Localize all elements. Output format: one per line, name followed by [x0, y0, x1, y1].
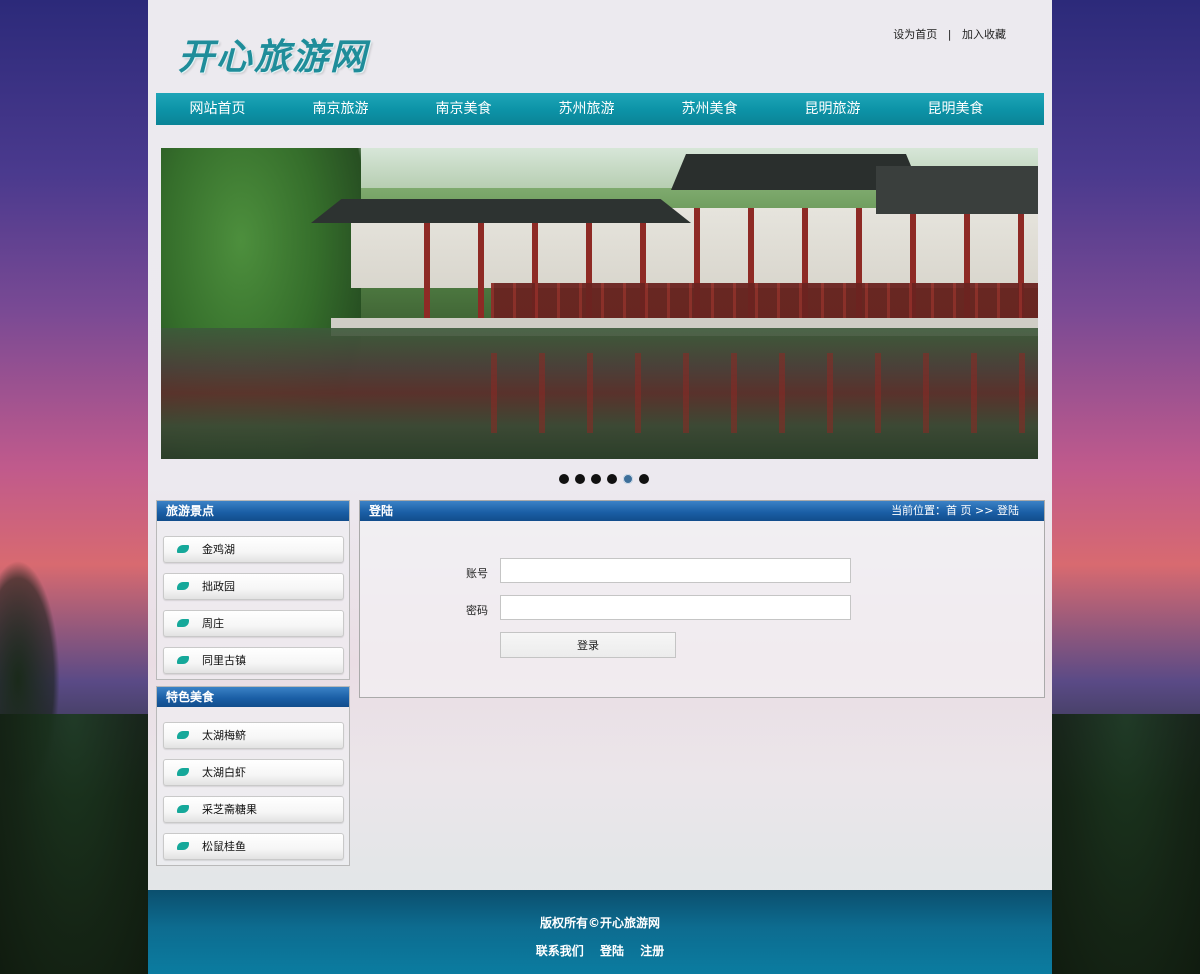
slider-dot[interactable] [639, 474, 649, 484]
account-input[interactable] [500, 558, 851, 583]
food-label: 松鼠桂鱼 [202, 840, 246, 853]
slider-dots [559, 474, 649, 484]
leaf-icon [177, 545, 189, 553]
page-container: 开心旅游网 设为首页 | 加入收藏 网站首页 南京旅游 南京美食 苏州旅游 苏州… [148, 0, 1052, 974]
breadcrumb: 当前位置：首 页 >> 登陆 [891, 504, 1019, 517]
food-label: 太湖白虾 [202, 766, 246, 779]
nav-item-nanjing-food[interactable]: 南京美食 [402, 93, 525, 125]
site-logo[interactable]: 开心旅游网 [178, 28, 368, 80]
footer-link-register[interactable]: 注册 [640, 944, 664, 958]
food-item[interactable]: 太湖白虾 [163, 759, 344, 786]
footer-link-contact[interactable]: 联系我们 [536, 944, 584, 958]
attractions-title: 旅游景点 [157, 501, 349, 521]
footer-links: 联系我们 登陆 注册 [148, 942, 1052, 959]
attractions-box: 旅游景点 金鸡湖 拙政园 周庄 同里古镇 [156, 500, 350, 680]
set-homepage-link[interactable]: 设为首页 [893, 26, 937, 42]
footer-link-login[interactable]: 登陆 [600, 944, 624, 958]
nav-item-suzhou-travel[interactable]: 苏州旅游 [525, 93, 648, 125]
login-title: 登陆 [369, 504, 394, 518]
food-label: 太湖梅鲚 [202, 729, 246, 742]
leaf-icon [177, 619, 189, 627]
banner-roof-right [876, 166, 1038, 214]
nav-item-suzhou-food[interactable]: 苏州美食 [648, 93, 771, 125]
footer: 版权所有©开心旅游网 联系我们 登陆 注册 [148, 890, 1052, 974]
account-label: 账号 [466, 567, 488, 580]
banner-reflection [491, 353, 1038, 433]
leaf-icon [177, 842, 189, 850]
login-panel: 登陆 当前位置：首 页 >> 登陆 账号 密码 登录 [359, 500, 1045, 698]
food-item[interactable]: 采芝斋糖果 [163, 796, 344, 823]
background-scenery-left [0, 0, 148, 974]
login-panel-header: 登陆 当前位置：首 页 >> 登陆 [360, 501, 1044, 521]
leaf-icon [177, 656, 189, 664]
attraction-label: 拙政园 [202, 580, 235, 593]
nav-item-kunming-travel[interactable]: 昆明旅游 [771, 93, 894, 125]
top-links: 设为首页 | 加入收藏 [893, 26, 1006, 42]
attraction-label: 金鸡湖 [202, 543, 235, 556]
top-links-separator: | [947, 28, 952, 41]
background-scenery-right [1052, 0, 1200, 974]
leaf-icon [177, 731, 189, 739]
attraction-item[interactable]: 同里古镇 [163, 647, 344, 674]
nav-item-nanjing-travel[interactable]: 南京旅游 [279, 93, 402, 125]
food-item[interactable]: 松鼠桂鱼 [163, 833, 344, 860]
attraction-label: 周庄 [202, 617, 224, 630]
login-button[interactable]: 登录 [500, 632, 676, 658]
slider-dot[interactable] [623, 474, 633, 484]
password-input[interactable] [500, 595, 851, 620]
slider-dot[interactable] [591, 474, 601, 484]
banner-image[interactable] [161, 148, 1038, 459]
leaf-icon [177, 805, 189, 813]
nav-item-home[interactable]: 网站首页 [156, 93, 279, 125]
attraction-item[interactable]: 拙政园 [163, 573, 344, 600]
attraction-item[interactable]: 周庄 [163, 610, 344, 637]
add-favorite-link[interactable]: 加入收藏 [962, 26, 1006, 42]
attraction-label: 同里古镇 [202, 654, 246, 667]
banner-roof-left [311, 199, 691, 223]
leaf-icon [177, 582, 189, 590]
food-box: 特色美食 太湖梅鲚 太湖白虾 采芝斋糖果 松鼠桂鱼 [156, 686, 350, 866]
leaf-icon [177, 768, 189, 776]
attraction-item[interactable]: 金鸡湖 [163, 536, 344, 563]
nav-item-kunming-food[interactable]: 昆明美食 [894, 93, 1017, 125]
password-label: 密码 [466, 604, 488, 617]
main-nav: 网站首页 南京旅游 南京美食 苏州旅游 苏州美食 昆明旅游 昆明美食 [156, 93, 1044, 125]
food-label: 采芝斋糖果 [202, 803, 257, 816]
food-title: 特色美食 [157, 687, 349, 707]
copyright-text: 版权所有©开心旅游网 [539, 916, 660, 930]
slider-dot[interactable] [575, 474, 585, 484]
food-item[interactable]: 太湖梅鲚 [163, 722, 344, 749]
slider-dot[interactable] [559, 474, 569, 484]
banner-railing [491, 283, 1038, 321]
slider-dot[interactable] [607, 474, 617, 484]
food-list: 太湖梅鲚 太湖白虾 采芝斋糖果 松鼠桂鱼 [157, 707, 349, 865]
attractions-list: 金鸡湖 拙政园 周庄 同里古镇 [157, 521, 349, 679]
